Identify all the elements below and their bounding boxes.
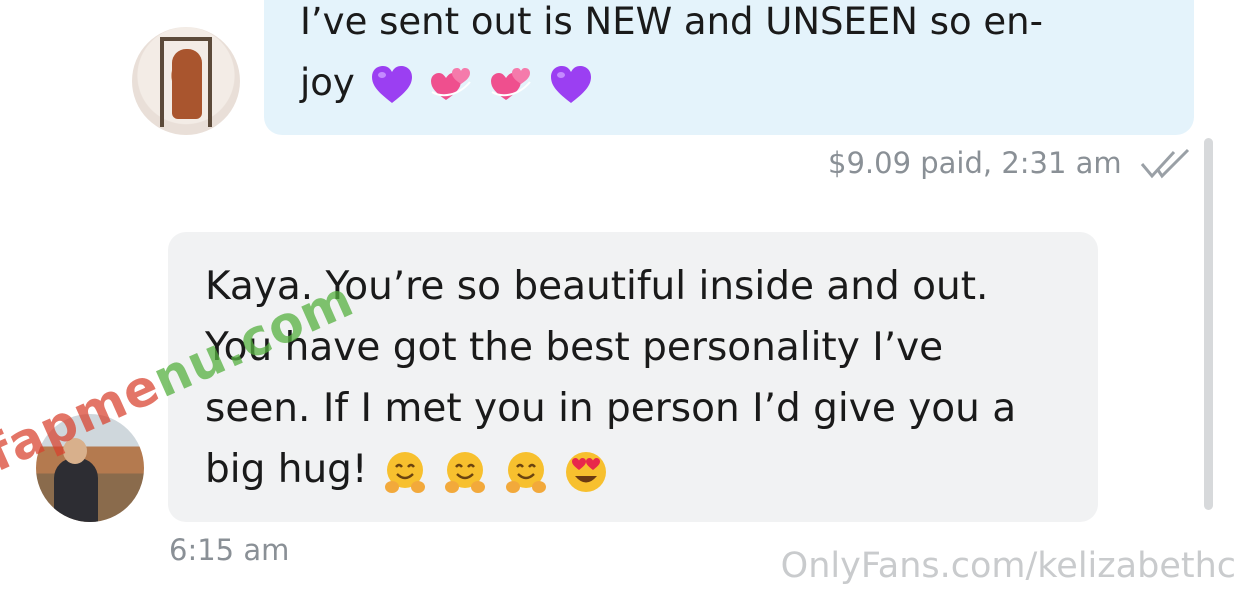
- received-message-time: 6:15 am: [169, 533, 290, 567]
- hugging-face-icon: [445, 451, 486, 493]
- sender-avatar[interactable]: [132, 27, 240, 135]
- hugging-face-icon: [384, 451, 425, 493]
- revolving-hearts-icon: [491, 67, 531, 100]
- heart-eyes-face-icon: [566, 451, 607, 492]
- hugging-face-icon: [505, 451, 546, 493]
- purple-heart-icon: [371, 65, 412, 103]
- revolving-hearts-icon: [431, 67, 472, 100]
- avatar-figure-shape: [172, 49, 202, 119]
- received-message-line-4-text: big hug!: [205, 447, 368, 492]
- chat-screen: I’ve sent out is NEW and UNSEEN so en- j…: [0, 0, 1242, 593]
- sent-message-meta: $9.09 paid, 2:31 am: [828, 146, 1122, 180]
- onlyfans-watermark: OnlyFans.com/kelizabethc: [780, 546, 1236, 586]
- received-message-line-4: big hug!: [205, 447, 609, 495]
- received-message-line-3: seen. If I met you in person I’d give yo…: [205, 386, 1017, 431]
- purple-heart-icon: [550, 65, 591, 103]
- sent-message-line-2: joy: [300, 61, 594, 108]
- sent-message-line-1: I’ve sent out is NEW and UNSEEN so en-: [300, 0, 1043, 43]
- scrollbar[interactable]: [1204, 138, 1213, 510]
- avatar-person-shape: [54, 458, 98, 522]
- read-double-check-icon: [1140, 148, 1190, 179]
- sent-message-line-2-text: joy: [300, 61, 355, 104]
